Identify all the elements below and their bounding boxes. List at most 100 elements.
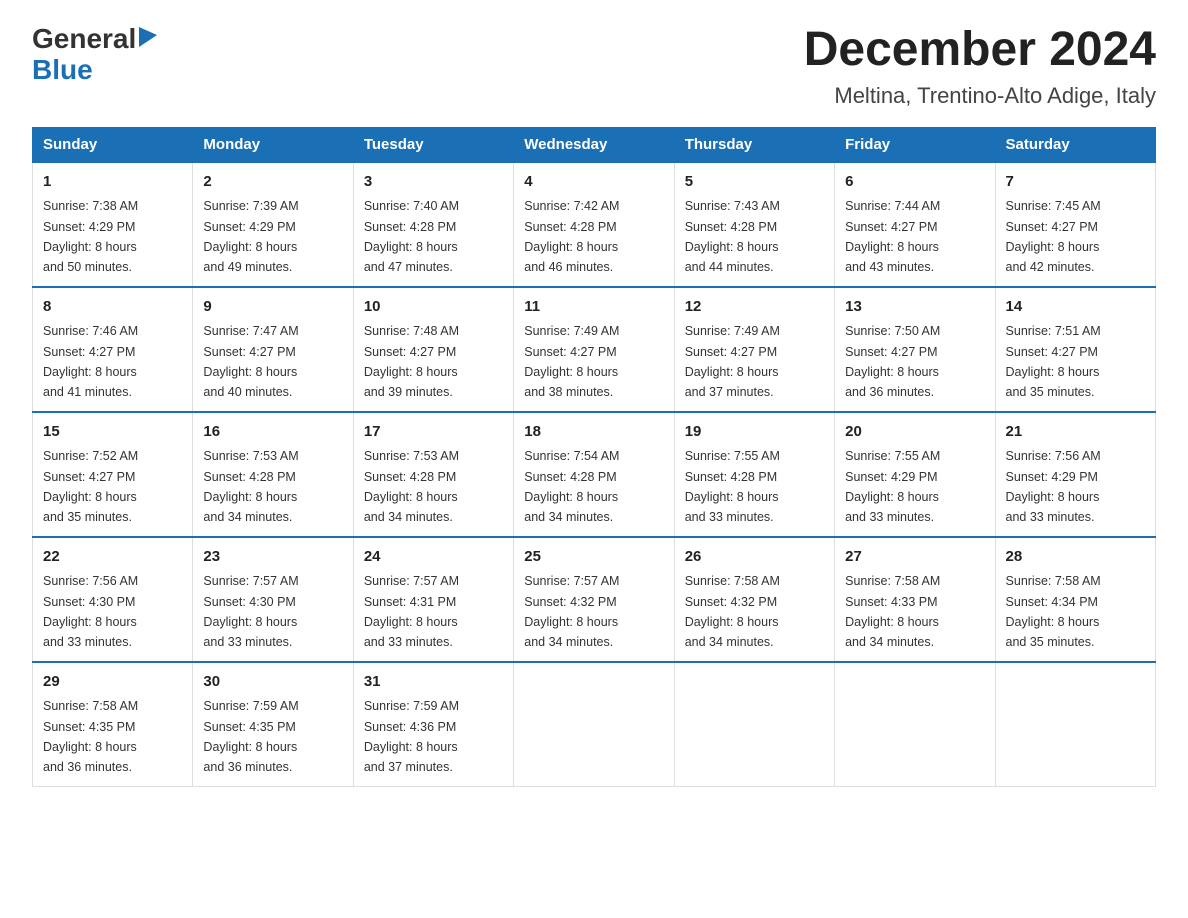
- day-info: Sunrise: 7:52 AMSunset: 4:27 PMDaylight:…: [43, 449, 138, 524]
- calendar-cell: 19 Sunrise: 7:55 AMSunset: 4:28 PMDaylig…: [674, 412, 834, 537]
- day-info: Sunrise: 7:46 AMSunset: 4:27 PMDaylight:…: [43, 324, 138, 399]
- calendar-week-row: 22 Sunrise: 7:56 AMSunset: 4:30 PMDaylig…: [33, 537, 1156, 662]
- calendar-cell: 2 Sunrise: 7:39 AMSunset: 4:29 PMDayligh…: [193, 162, 353, 287]
- calendar-cell: 21 Sunrise: 7:56 AMSunset: 4:29 PMDaylig…: [995, 412, 1155, 537]
- day-info: Sunrise: 7:51 AMSunset: 4:27 PMDaylight:…: [1006, 324, 1101, 399]
- day-number: 5: [685, 171, 824, 194]
- day-number: 4: [524, 171, 663, 194]
- day-number: 13: [845, 296, 984, 319]
- calendar-cell: 9 Sunrise: 7:47 AMSunset: 4:27 PMDayligh…: [193, 287, 353, 412]
- title-area: December 2024 Meltina, Trentino-Alto Adi…: [804, 24, 1156, 109]
- day-number: 23: [203, 546, 342, 569]
- calendar-cell: [995, 662, 1155, 787]
- calendar-subtitle: Meltina, Trentino-Alto Adige, Italy: [804, 83, 1156, 109]
- calendar-cell: 26 Sunrise: 7:58 AMSunset: 4:32 PMDaylig…: [674, 537, 834, 662]
- day-number: 24: [364, 546, 503, 569]
- calendar-cell: 4 Sunrise: 7:42 AMSunset: 4:28 PMDayligh…: [514, 162, 674, 287]
- day-number: 16: [203, 421, 342, 444]
- day-info: Sunrise: 7:55 AMSunset: 4:29 PMDaylight:…: [845, 449, 940, 524]
- day-number: 20: [845, 421, 984, 444]
- day-info: Sunrise: 7:44 AMSunset: 4:27 PMDaylight:…: [845, 199, 940, 274]
- calendar-cell: 17 Sunrise: 7:53 AMSunset: 4:28 PMDaylig…: [353, 412, 513, 537]
- day-info: Sunrise: 7:58 AMSunset: 4:33 PMDaylight:…: [845, 574, 940, 649]
- day-info: Sunrise: 7:50 AMSunset: 4:27 PMDaylight:…: [845, 324, 940, 399]
- calendar-cell: 10 Sunrise: 7:48 AMSunset: 4:27 PMDaylig…: [353, 287, 513, 412]
- calendar-cell: 25 Sunrise: 7:57 AMSunset: 4:32 PMDaylig…: [514, 537, 674, 662]
- calendar-cell: 11 Sunrise: 7:49 AMSunset: 4:27 PMDaylig…: [514, 287, 674, 412]
- weekday-header-row: SundayMondayTuesdayWednesdayThursdayFrid…: [33, 127, 1156, 162]
- day-number: 1: [43, 171, 182, 194]
- day-number: 2: [203, 171, 342, 194]
- day-number: 8: [43, 296, 182, 319]
- day-info: Sunrise: 7:57 AMSunset: 4:32 PMDaylight:…: [524, 574, 619, 649]
- calendar-cell: 27 Sunrise: 7:58 AMSunset: 4:33 PMDaylig…: [835, 537, 995, 662]
- day-info: Sunrise: 7:38 AMSunset: 4:29 PMDaylight:…: [43, 199, 138, 274]
- day-info: Sunrise: 7:59 AMSunset: 4:35 PMDaylight:…: [203, 699, 298, 774]
- day-number: 17: [364, 421, 503, 444]
- day-info: Sunrise: 7:47 AMSunset: 4:27 PMDaylight:…: [203, 324, 298, 399]
- day-number: 18: [524, 421, 663, 444]
- day-info: Sunrise: 7:49 AMSunset: 4:27 PMDaylight:…: [685, 324, 780, 399]
- calendar-cell: 14 Sunrise: 7:51 AMSunset: 4:27 PMDaylig…: [995, 287, 1155, 412]
- day-info: Sunrise: 7:58 AMSunset: 4:35 PMDaylight:…: [43, 699, 138, 774]
- day-number: 15: [43, 421, 182, 444]
- calendar-cell: 8 Sunrise: 7:46 AMSunset: 4:27 PMDayligh…: [33, 287, 193, 412]
- calendar-table: SundayMondayTuesdayWednesdayThursdayFrid…: [32, 127, 1156, 787]
- logo-blue-text: Blue: [32, 55, 93, 86]
- calendar-week-row: 29 Sunrise: 7:58 AMSunset: 4:35 PMDaylig…: [33, 662, 1156, 787]
- day-number: 11: [524, 296, 663, 319]
- day-number: 28: [1006, 546, 1145, 569]
- calendar-cell: [514, 662, 674, 787]
- weekday-header-thursday: Thursday: [674, 127, 834, 162]
- day-number: 30: [203, 671, 342, 694]
- logo-arrow-icon: [139, 27, 157, 47]
- day-number: 14: [1006, 296, 1145, 319]
- day-number: 7: [1006, 171, 1145, 194]
- logo-general-text: General: [32, 24, 136, 55]
- day-number: 29: [43, 671, 182, 694]
- calendar-cell: 29 Sunrise: 7:58 AMSunset: 4:35 PMDaylig…: [33, 662, 193, 787]
- calendar-cell: 30 Sunrise: 7:59 AMSunset: 4:35 PMDaylig…: [193, 662, 353, 787]
- day-info: Sunrise: 7:49 AMSunset: 4:27 PMDaylight:…: [524, 324, 619, 399]
- day-info: Sunrise: 7:55 AMSunset: 4:28 PMDaylight:…: [685, 449, 780, 524]
- day-info: Sunrise: 7:56 AMSunset: 4:30 PMDaylight:…: [43, 574, 138, 649]
- day-info: Sunrise: 7:42 AMSunset: 4:28 PMDaylight:…: [524, 199, 619, 274]
- weekday-header-saturday: Saturday: [995, 127, 1155, 162]
- calendar-cell: 31 Sunrise: 7:59 AMSunset: 4:36 PMDaylig…: [353, 662, 513, 787]
- logo: General Blue: [32, 24, 157, 86]
- day-number: 9: [203, 296, 342, 319]
- calendar-cell: 13 Sunrise: 7:50 AMSunset: 4:27 PMDaylig…: [835, 287, 995, 412]
- day-number: 6: [845, 171, 984, 194]
- weekday-header-tuesday: Tuesday: [353, 127, 513, 162]
- calendar-cell: 18 Sunrise: 7:54 AMSunset: 4:28 PMDaylig…: [514, 412, 674, 537]
- calendar-cell: 23 Sunrise: 7:57 AMSunset: 4:30 PMDaylig…: [193, 537, 353, 662]
- day-info: Sunrise: 7:56 AMSunset: 4:29 PMDaylight:…: [1006, 449, 1101, 524]
- calendar-cell: 22 Sunrise: 7:56 AMSunset: 4:30 PMDaylig…: [33, 537, 193, 662]
- calendar-cell: 1 Sunrise: 7:38 AMSunset: 4:29 PMDayligh…: [33, 162, 193, 287]
- day-info: Sunrise: 7:53 AMSunset: 4:28 PMDaylight:…: [364, 449, 459, 524]
- day-info: Sunrise: 7:43 AMSunset: 4:28 PMDaylight:…: [685, 199, 780, 274]
- day-info: Sunrise: 7:58 AMSunset: 4:32 PMDaylight:…: [685, 574, 780, 649]
- day-number: 25: [524, 546, 663, 569]
- day-info: Sunrise: 7:45 AMSunset: 4:27 PMDaylight:…: [1006, 199, 1101, 274]
- day-info: Sunrise: 7:58 AMSunset: 4:34 PMDaylight:…: [1006, 574, 1101, 649]
- day-number: 10: [364, 296, 503, 319]
- day-info: Sunrise: 7:57 AMSunset: 4:30 PMDaylight:…: [203, 574, 298, 649]
- weekday-header-wednesday: Wednesday: [514, 127, 674, 162]
- calendar-week-row: 8 Sunrise: 7:46 AMSunset: 4:27 PMDayligh…: [33, 287, 1156, 412]
- weekday-header-monday: Monday: [193, 127, 353, 162]
- calendar-cell: 5 Sunrise: 7:43 AMSunset: 4:28 PMDayligh…: [674, 162, 834, 287]
- weekday-header-friday: Friday: [835, 127, 995, 162]
- calendar-cell: 24 Sunrise: 7:57 AMSunset: 4:31 PMDaylig…: [353, 537, 513, 662]
- day-info: Sunrise: 7:40 AMSunset: 4:28 PMDaylight:…: [364, 199, 459, 274]
- day-number: 22: [43, 546, 182, 569]
- calendar-cell: 20 Sunrise: 7:55 AMSunset: 4:29 PMDaylig…: [835, 412, 995, 537]
- weekday-header-sunday: Sunday: [33, 127, 193, 162]
- calendar-cell: 28 Sunrise: 7:58 AMSunset: 4:34 PMDaylig…: [995, 537, 1155, 662]
- day-info: Sunrise: 7:54 AMSunset: 4:28 PMDaylight:…: [524, 449, 619, 524]
- day-number: 27: [845, 546, 984, 569]
- calendar-cell: 3 Sunrise: 7:40 AMSunset: 4:28 PMDayligh…: [353, 162, 513, 287]
- day-number: 21: [1006, 421, 1145, 444]
- day-number: 31: [364, 671, 503, 694]
- day-info: Sunrise: 7:48 AMSunset: 4:27 PMDaylight:…: [364, 324, 459, 399]
